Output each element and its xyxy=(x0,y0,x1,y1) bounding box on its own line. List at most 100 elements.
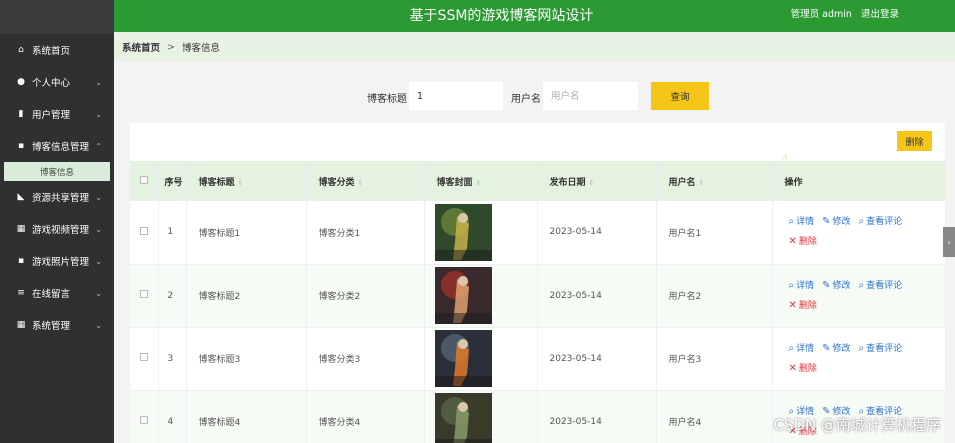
cell-ops: ⌕ 详情 ✎ 修改 ⌕ 查看评论 ✕ 删除 xyxy=(772,327,946,390)
detail-label: 详情 xyxy=(796,343,815,354)
sidebar-item[interactable]: ● 个人中心 ⌄ xyxy=(0,66,114,98)
grid-icon: ▦ xyxy=(16,320,26,330)
chevron-icon: ⌄ xyxy=(95,256,102,266)
header-cover[interactable]: 博客封面 ⇕ xyxy=(424,161,538,201)
delete-link[interactable]: ✕ 删除 xyxy=(788,299,817,311)
table-header-row: 序号 博客标题 ⇕ 博客分类 ⇕ 博客封面 ⇕ 发布日期 ⇕ 用户名 ⇕ 操作 xyxy=(130,161,946,201)
chevron-icon: ⌄ xyxy=(95,77,102,87)
cell-index: 2 xyxy=(158,264,187,327)
cell-user: 用户名1 xyxy=(656,201,773,264)
query-button[interactable]: 查询 xyxy=(651,82,709,110)
sidebar: ⌂ 系统首页 ● 个人中心 ⌄ ▮ 用户管理 ⌄ ▪ 博客信息管理 ⌃ 博客信息 ◣ 资源共享管理 ⌄ ▦ 游戏… xyxy=(0,0,114,443)
blog-cover-image[interactable] xyxy=(434,393,492,443)
cell-index: 3 xyxy=(158,327,187,390)
detail-link[interactable]: ⌕ 详情 xyxy=(788,279,815,291)
header-user-label: 用户名 xyxy=(668,177,696,188)
row-checkbox[interactable] xyxy=(130,390,159,443)
table-card: 删除 ☝ 序号 博客标题 ⇕ 博客分类 ⇕ 博客封面 ⇕ 发布日期 ⇕ 用户名 ⇕ 操作 xyxy=(130,123,946,443)
sidebar-item[interactable]: ⌂ 系统首页 xyxy=(0,34,114,66)
watermark: CSDN @南城计算机程序 xyxy=(773,416,941,434)
sidebar-item[interactable]: ≡ 在线留言 ⌄ xyxy=(0,277,114,309)
cell-date: 2023-05-14 xyxy=(537,264,657,327)
edit-link[interactable]: ✎ 修改 xyxy=(822,343,850,354)
delete-link[interactable]: ✕ 删除 xyxy=(789,363,817,374)
sidebar-item[interactable]: ◣ 资源共享管理 ⌄ xyxy=(0,181,114,213)
sidebar-item[interactable]: ▦ 系统管理 ⌄ xyxy=(0,309,114,341)
breadcrumb-current: 博客信息 xyxy=(181,43,220,54)
sidebar-subitem-blog-info[interactable]: 博客信息 xyxy=(4,162,110,181)
row-checkbox[interactable] xyxy=(130,327,159,390)
batch-delete-button[interactable]: 删除 xyxy=(897,131,932,151)
view-comments-link[interactable]: ⌕ 查看评论 xyxy=(858,342,903,354)
chevron-icon: ⌄ xyxy=(95,192,102,202)
cell-cover xyxy=(424,201,538,264)
select-all-checkbox[interactable] xyxy=(130,161,159,201)
detail-link[interactable]: ⌕ 详情 xyxy=(789,216,815,228)
search-icon: ⌕ xyxy=(788,279,795,291)
cell-ops: ⌕ 详情 ✎ 修改 ⌕ 查看评论 ✕ 删除 xyxy=(772,264,946,327)
main-content: 博客标题 用户名 查询 删除 ☝ 序号 博客标题⇕ 博客分类⇕ 博客封面⇕ 发布… xyxy=(114,62,955,443)
breadcrumb-separator: > xyxy=(167,41,175,53)
edit-link[interactable]: ✎ 修改 xyxy=(822,216,850,227)
sidebar-item-label: 用户管理 xyxy=(32,110,71,121)
blog-cover-image[interactable] xyxy=(434,203,492,261)
view-comments-link[interactable]: ⌕ 查看评论 xyxy=(858,279,903,291)
logout-link[interactable]: 退出登录 xyxy=(861,9,899,20)
cell-cover xyxy=(424,390,538,443)
detail-link[interactable]: ⌕ 详情 xyxy=(789,343,815,354)
username-label: 用户名 xyxy=(511,94,541,105)
row-checkbox[interactable] xyxy=(130,264,159,327)
chevron-icon: ⌄ xyxy=(95,288,102,298)
cell-cover xyxy=(424,327,538,390)
chevron-icon: ⌄ xyxy=(95,320,102,330)
cell-user: 用户名4 xyxy=(656,390,773,443)
sidebar-nav: ⌂ 系统首页 ● 个人中心 ⌄ ▮ 用户管理 ⌄ ▪ 博客信息管理 ⌃ 博客信息 ◣ 资源共享管理 ⌄ ▦ 游戏… xyxy=(0,34,114,341)
delete-link[interactable]: ✕ 删除 xyxy=(788,236,817,248)
sidebar-item[interactable]: ▪ 博客信息管理 ⌃ xyxy=(0,130,114,162)
cell-user: 用户名3 xyxy=(656,327,773,390)
header-category[interactable]: 博客分类 ⇕ xyxy=(306,161,425,201)
header-index: 序号 xyxy=(158,161,187,201)
cell-date: 2023-05-14 xyxy=(537,201,657,264)
header-user[interactable]: 用户名 ⇕ xyxy=(656,161,773,201)
cell-date: 2023-05-14 xyxy=(537,327,657,390)
sort-icon: ⇕ xyxy=(588,178,595,187)
blog-title-input[interactable] xyxy=(409,82,503,110)
sidebar-item[interactable]: ▪ 游戏照片管理 ⌄ xyxy=(0,245,114,277)
cell-user: 用户名2 xyxy=(656,264,773,327)
sidebar-item-label: 博客信息管理 xyxy=(32,142,90,153)
username-input[interactable] xyxy=(543,82,638,110)
header-date[interactable]: 发布日期 ⇕ xyxy=(537,161,657,201)
header-date-label: 发布日期 xyxy=(549,177,586,188)
list-icon: ≡ xyxy=(17,288,25,298)
detail-label: 详情 xyxy=(796,217,815,228)
close-icon: ✕ xyxy=(788,299,797,311)
file-icon: ▪ xyxy=(17,256,25,266)
cell-index: 1 xyxy=(158,201,187,264)
view-comments-link[interactable]: ⌕ 查看评论 xyxy=(859,216,903,227)
bar-chart-icon: ▮ xyxy=(18,109,24,119)
close-icon: ✕ xyxy=(788,236,797,248)
side-toggle-tab[interactable]: ‹ xyxy=(943,227,955,257)
cell-category: 博客分类4 xyxy=(306,390,425,443)
edit-link[interactable]: ✎ 修改 xyxy=(822,280,851,291)
cell-title: 博客标题4 xyxy=(186,390,307,443)
blog-cover-image[interactable] xyxy=(434,267,492,324)
breadcrumb-home[interactable]: 系统首页 xyxy=(122,40,160,54)
delete-label: 删除 xyxy=(798,300,817,311)
cell-category: 博客分类2 xyxy=(306,264,425,327)
sidebar-item-label: 系统首页 xyxy=(32,46,71,57)
detail-label: 详情 xyxy=(796,280,815,291)
edit-label: 修改 xyxy=(832,280,851,291)
header-title[interactable]: 博客标题 ⇕ xyxy=(186,161,307,201)
sidebar-item-label: 在线留言 xyxy=(32,289,71,300)
sort-icon: ⇕ xyxy=(475,178,482,187)
sidebar-item[interactable]: ▮ 用户管理 ⌄ xyxy=(0,98,114,130)
header-cover-label: 博客封面 xyxy=(436,177,473,188)
sidebar-item[interactable]: ▦ 游戏视频管理 ⌄ xyxy=(0,213,114,245)
breadcrumb: 系统首页 > 博客信息 xyxy=(114,32,955,62)
row-checkbox[interactable] xyxy=(130,201,159,264)
search-icon: ⌕ xyxy=(858,279,865,291)
blog-cover-image[interactable] xyxy=(434,330,492,387)
search-icon: ⌕ xyxy=(858,342,865,354)
